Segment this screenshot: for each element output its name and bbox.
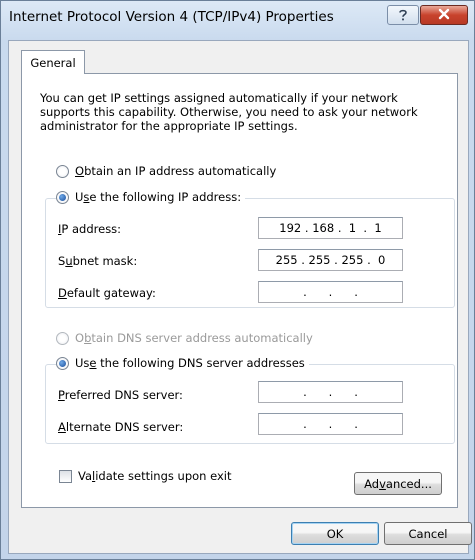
use-dns-manual-radio[interactable] xyxy=(56,356,69,370)
alternate-dns-input[interactable]: . . . xyxy=(258,413,403,435)
subnet-mask-label: Subnet mask: xyxy=(58,254,138,268)
advanced-button-label: Advanced... xyxy=(364,476,432,491)
ip-address-input[interactable]: 192 . 168 . 1 . 1 xyxy=(258,217,403,239)
cancel-button[interactable]: Cancel xyxy=(384,522,472,545)
description-line: You can get IP settings assigned automat… xyxy=(40,91,398,105)
alternate-dns-label: Alternate DNS server: xyxy=(58,420,184,434)
use-ip-manual-radio-row[interactable]: Use the following IP address: xyxy=(56,190,246,204)
title-bar[interactable]: Internet Protocol Version 4 (TCP/IPv4) P… xyxy=(1,1,474,41)
obtain-dns-auto-label: Obtain DNS server address automatically xyxy=(75,331,313,345)
use-dns-manual-radio-row[interactable]: Use the following DNS server addresses xyxy=(56,356,309,370)
ok-button-label: OK xyxy=(326,526,344,541)
ip-address-label: IP address: xyxy=(58,222,122,236)
description-text: You can get IP settings assigned automat… xyxy=(40,91,440,133)
advanced-button[interactable]: Advanced... xyxy=(354,472,442,495)
subnet-mask-input[interactable]: 255 . 255 . 255 . 0 xyxy=(258,249,403,271)
close-x-icon xyxy=(438,8,450,20)
validate-settings-checkbox[interactable] xyxy=(59,470,72,483)
tab-general-label: General xyxy=(30,55,76,70)
use-dns-manual-label: Use the following DNS server addresses xyxy=(75,356,305,370)
description-line: supports this capability. Otherwise, you… xyxy=(40,105,418,119)
preferred-dns-label: Preferred DNS server: xyxy=(58,388,183,402)
default-gateway-input[interactable]: . . . xyxy=(258,281,403,303)
use-ip-manual-label: Use the following IP address: xyxy=(75,190,242,204)
preferred-dns-input[interactable]: . . . xyxy=(258,381,403,403)
obtain-dns-auto-radio-row[interactable]: Obtain DNS server address automatically xyxy=(56,331,313,345)
description-line: administrator for the appropriate IP set… xyxy=(40,119,298,133)
cancel-button-label: Cancel xyxy=(408,526,448,541)
help-button[interactable] xyxy=(387,5,419,25)
question-mark-icon xyxy=(399,9,407,21)
default-gateway-label: Default gateway: xyxy=(58,286,156,300)
window-title: Internet Protocol Version 4 (TCP/IPv4) P… xyxy=(9,9,334,25)
tab-general[interactable]: General xyxy=(21,50,85,74)
obtain-ip-auto-radio-row[interactable]: Obtain an IP address automatically xyxy=(56,164,276,178)
close-button[interactable] xyxy=(420,5,468,25)
obtain-ip-auto-radio[interactable] xyxy=(56,164,69,178)
ok-button[interactable]: OK xyxy=(291,522,379,545)
use-ip-manual-radio[interactable] xyxy=(56,190,69,204)
validate-settings-label: Validate settings upon exit xyxy=(78,469,232,483)
obtain-ip-auto-label: Obtain an IP address automatically xyxy=(75,164,277,178)
obtain-dns-auto-radio[interactable] xyxy=(56,331,69,345)
